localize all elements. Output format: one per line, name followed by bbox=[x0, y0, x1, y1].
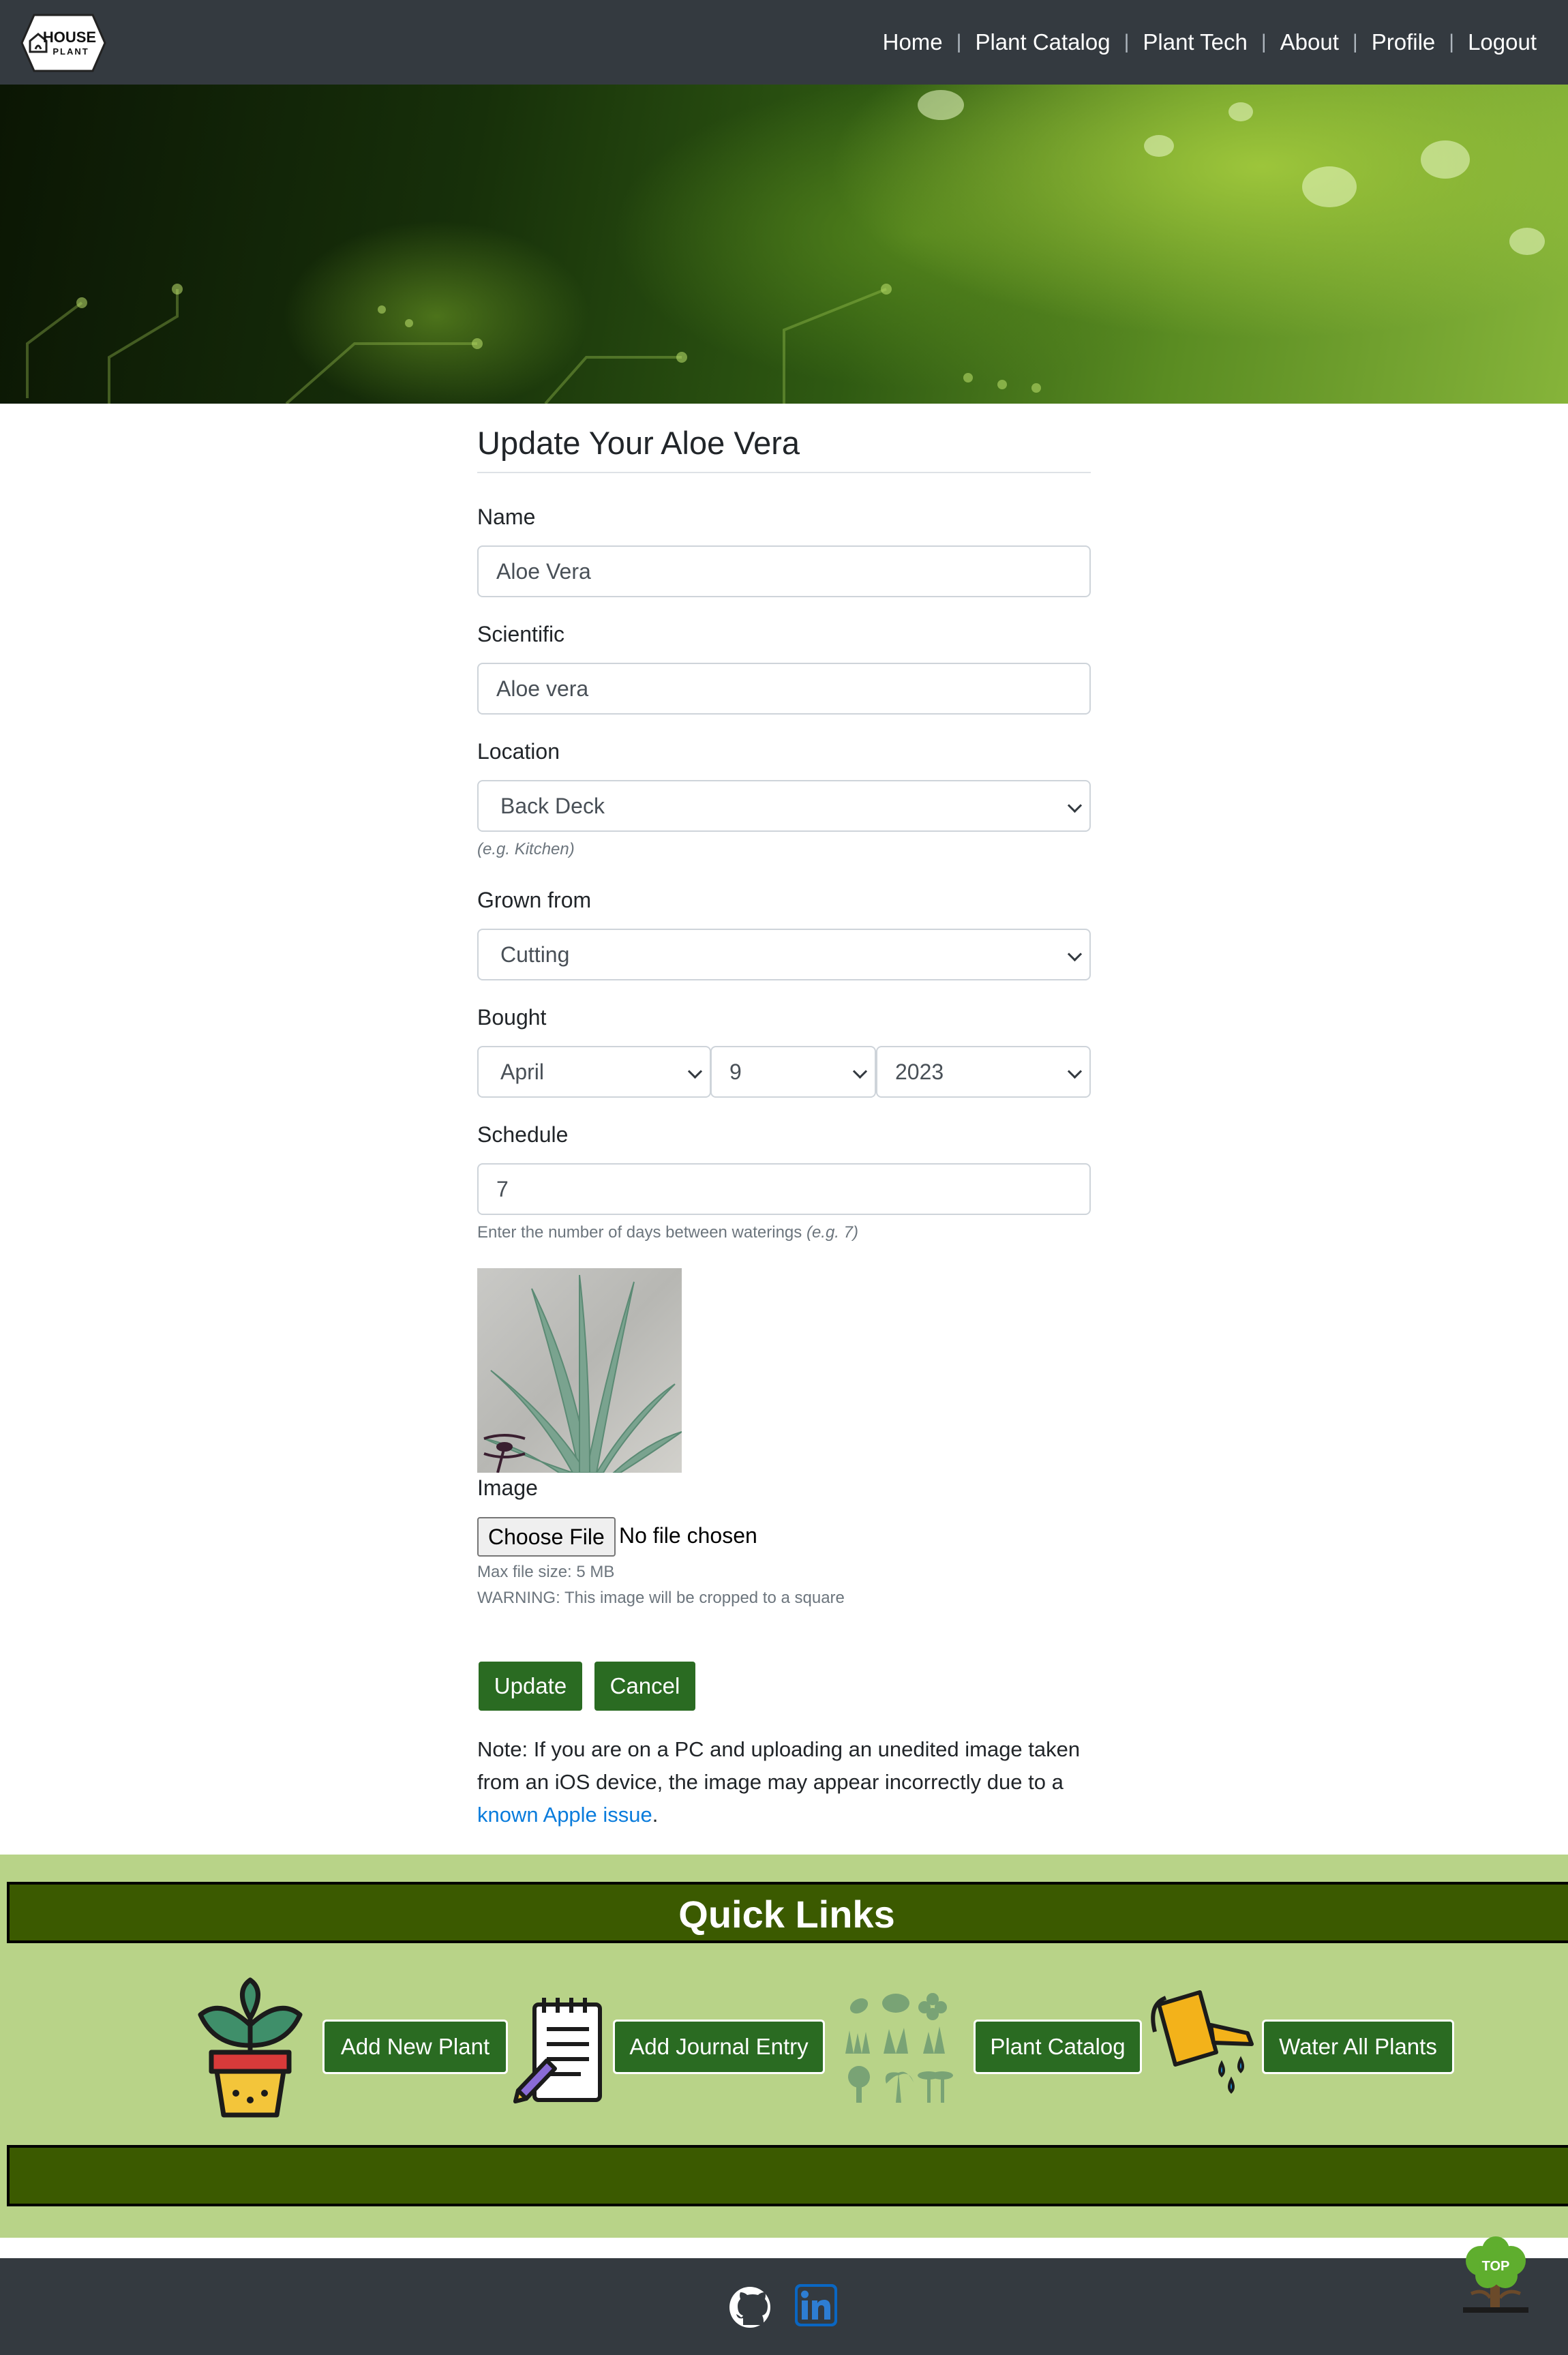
chevron-down-icon bbox=[687, 1064, 703, 1079]
water-all-plants-button[interactable]: Water All Plants bbox=[1262, 2020, 1454, 2074]
grown-from-label: Grown from bbox=[477, 888, 592, 912]
schedule-label: Schedule bbox=[477, 1122, 569, 1147]
location-hint: (e.g. Kitchen) bbox=[477, 840, 575, 858]
notepad-icon[interactable] bbox=[513, 1995, 605, 2108]
name-input[interactable]: Aloe Vera bbox=[477, 545, 1091, 597]
nav-plant-tech[interactable]: Plant Tech bbox=[1143, 29, 1248, 55]
potted-plant-icon[interactable] bbox=[194, 1977, 307, 2121]
file-status: No file chosen bbox=[619, 1523, 757, 1548]
nav-links: Home | Plant Catalog | Plant Tech | Abou… bbox=[883, 0, 1537, 85]
update-button[interactable]: Update bbox=[479, 1662, 582, 1711]
scroll-top-button[interactable]: TOP bbox=[1460, 2235, 1531, 2317]
nav-separator: | bbox=[1124, 31, 1130, 53]
tree-top-icon: TOP bbox=[1463, 2236, 1528, 2313]
logo-text-bottom: PLANT bbox=[52, 46, 89, 57]
navbar: HOUSE PLANT Home | Plant Catalog | Plant… bbox=[0, 0, 1568, 85]
scientific-value: Aloe vera bbox=[496, 676, 589, 701]
quick-links-section: Quick Links Add New Plant Add Journal En… bbox=[0, 1855, 1568, 2238]
bought-year-value: 2023 bbox=[895, 1059, 944, 1084]
plant-catalog-button[interactable]: Plant Catalog bbox=[974, 2020, 1142, 2074]
max-file-size: Max file size: 5 MB bbox=[477, 1563, 615, 1581]
logo-text-top: HOUSE bbox=[43, 29, 96, 46]
plant-image bbox=[477, 1268, 682, 1473]
location-label: Location bbox=[477, 739, 560, 764]
image-label: Image bbox=[477, 1475, 538, 1500]
chevron-down-icon bbox=[1067, 946, 1083, 962]
choose-file-button[interactable]: Choose File bbox=[477, 1517, 616, 1557]
chevron-down-icon bbox=[1067, 798, 1083, 813]
location-value: Back Deck bbox=[500, 793, 605, 818]
schedule-hint: Enter the number of days between waterin… bbox=[477, 1223, 858, 1242]
crop-warning: WARNING: This image will be cropped to a… bbox=[477, 1589, 845, 1607]
quick-links-header: Quick Links bbox=[7, 1882, 1568, 1943]
circuit-leaf-image bbox=[26, 90, 1545, 404]
nav-home[interactable]: Home bbox=[883, 29, 943, 55]
github-icon[interactable] bbox=[728, 2285, 772, 2332]
footer bbox=[0, 2258, 1568, 2355]
bought-day-value: 9 bbox=[729, 1059, 742, 1084]
scientific-input[interactable]: Aloe vera bbox=[477, 663, 1091, 715]
quick-links-title: Quick Links bbox=[678, 1893, 895, 1936]
chevron-down-icon bbox=[1067, 1064, 1083, 1079]
nav-separator: | bbox=[1352, 31, 1358, 53]
page-title: Update Your Aloe Vera bbox=[477, 424, 1091, 474]
bought-year-select[interactable]: 2023 bbox=[876, 1046, 1091, 1098]
bought-day-select[interactable]: 9 bbox=[710, 1046, 876, 1098]
schedule-input[interactable]: 7 bbox=[477, 1163, 1091, 1215]
bought-label: Bought bbox=[477, 1005, 547, 1030]
quick-links-footer-bar bbox=[7, 2145, 1568, 2206]
linkedin-icon[interactable] bbox=[795, 2284, 837, 2331]
top-label: TOP bbox=[1482, 2259, 1510, 2274]
nav-about[interactable]: About bbox=[1280, 29, 1339, 55]
bought-month-value: April bbox=[500, 1059, 545, 1084]
hero-banner bbox=[0, 85, 1568, 404]
nav-separator: | bbox=[956, 31, 962, 53]
plants-grid-icon[interactable] bbox=[841, 1988, 954, 2108]
known-apple-issue-link[interactable]: known Apple issue bbox=[477, 1803, 652, 1827]
ios-note: Note: If you are on a PC and uploading a… bbox=[477, 1737, 1081, 1827]
nav-logout[interactable]: Logout bbox=[1468, 29, 1537, 55]
nav-separator: | bbox=[1261, 31, 1267, 53]
name-label: Name bbox=[477, 505, 536, 529]
nav-profile[interactable]: Profile bbox=[1372, 29, 1436, 55]
grown-from-value: Cutting bbox=[500, 942, 570, 967]
house-plant-logo[interactable]: HOUSE PLANT bbox=[20, 14, 106, 72]
schedule-value: 7 bbox=[496, 1176, 509, 1201]
add-journal-entry-button[interactable]: Add Journal Entry bbox=[613, 2020, 825, 2074]
chevron-down-icon bbox=[852, 1064, 868, 1079]
location-select[interactable]: Back Deck bbox=[477, 780, 1091, 832]
nav-separator: | bbox=[1449, 31, 1455, 53]
watering-can-icon[interactable] bbox=[1145, 1984, 1258, 2103]
scientific-label: Scientific bbox=[477, 622, 565, 646]
cancel-button[interactable]: Cancel bbox=[594, 1662, 695, 1711]
bought-month-select[interactable]: April bbox=[477, 1046, 711, 1098]
grown-from-select[interactable]: Cutting bbox=[477, 929, 1091, 980]
add-new-plant-button[interactable]: Add New Plant bbox=[322, 2020, 508, 2074]
nav-plant-catalog[interactable]: Plant Catalog bbox=[975, 29, 1110, 55]
name-value: Aloe Vera bbox=[496, 558, 591, 584]
